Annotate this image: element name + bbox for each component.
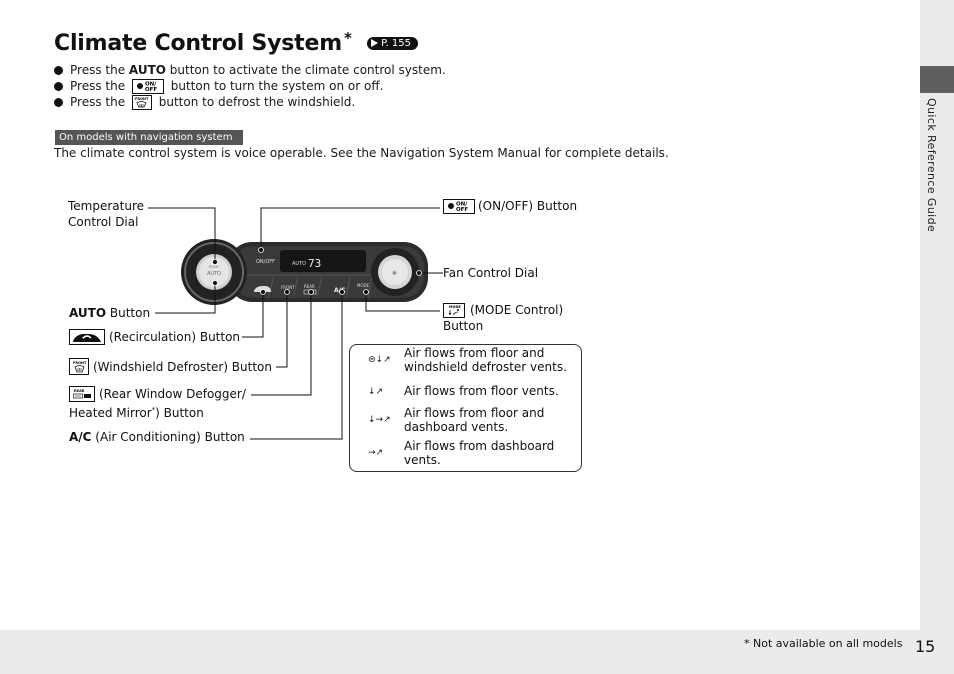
climate-panel: AUTO 73 ON/OFF FRONT REAR A/C MODE PUSH …	[181, 239, 428, 305]
callout-rear-defogger-button: REAR (Rear Window Defogger/ Heated Mirro…	[69, 386, 246, 420]
legend-text: Air flows from floor and windshield defr…	[404, 346, 567, 374]
svg-text:PUSH: PUSH	[209, 265, 219, 269]
panel-front-label: FRONT	[281, 285, 295, 290]
callout-auto-button: AUTO Button	[69, 306, 151, 320]
callout-ac-button: A/C (Air Conditioning) Button	[69, 430, 245, 444]
svg-text:AUTO: AUTO	[207, 271, 221, 277]
floor-dash-mode-icon: ↓→↗	[368, 415, 391, 425]
callout-mode-button: MODE (MODE Control) Button	[443, 302, 564, 333]
floor-defrost-mode-icon: ⊜↓↗	[368, 355, 391, 365]
callout-fan-dial: Fan Control Dial	[443, 266, 539, 280]
callout-recirc-button: (Recirculation) Button	[69, 329, 240, 345]
mode-icon: MODE	[443, 302, 465, 318]
recirculation-icon	[69, 329, 105, 345]
dash-mode-icon: →↗	[368, 448, 384, 458]
svg-text:REAR: REAR	[74, 389, 85, 393]
on-off-icon: ON/OFF	[443, 198, 475, 214]
svg-text:OFF: OFF	[456, 207, 468, 212]
svg-text:✱: ✱	[392, 270, 397, 277]
front-defrost-icon: FRONT	[69, 358, 89, 375]
callout-temperature-dial: Temperature Control Dial	[68, 199, 145, 229]
panel-mode-label: MODE	[357, 283, 370, 288]
rear-defrost-icon: REAR	[69, 386, 95, 402]
legend-text: Air flows from floor and dashboard vents…	[404, 406, 545, 434]
svg-text:MODE: MODE	[449, 305, 461, 309]
panel-onoff-label: ON/OFF	[256, 259, 275, 265]
floor-mode-icon: ↓↗	[368, 387, 384, 397]
svg-text:FRONT: FRONT	[73, 361, 87, 365]
panel-rear-label: REAR	[304, 284, 315, 289]
mode-legend-box: ⊜↓↗ Air flows from floor and windshield …	[349, 344, 582, 472]
callout-onoff-button: ON/OFF (ON/OFF) Button	[443, 198, 577, 214]
callout-defroster-button: FRONT (Windshield Defroster) Button	[69, 358, 272, 375]
legend-text: Air flows from floor vents.	[404, 384, 559, 398]
legend-text: Air flows from dashboard vents.	[404, 439, 555, 467]
display-mode: AUTO	[292, 261, 306, 267]
display-temperature: 73	[308, 257, 321, 270]
